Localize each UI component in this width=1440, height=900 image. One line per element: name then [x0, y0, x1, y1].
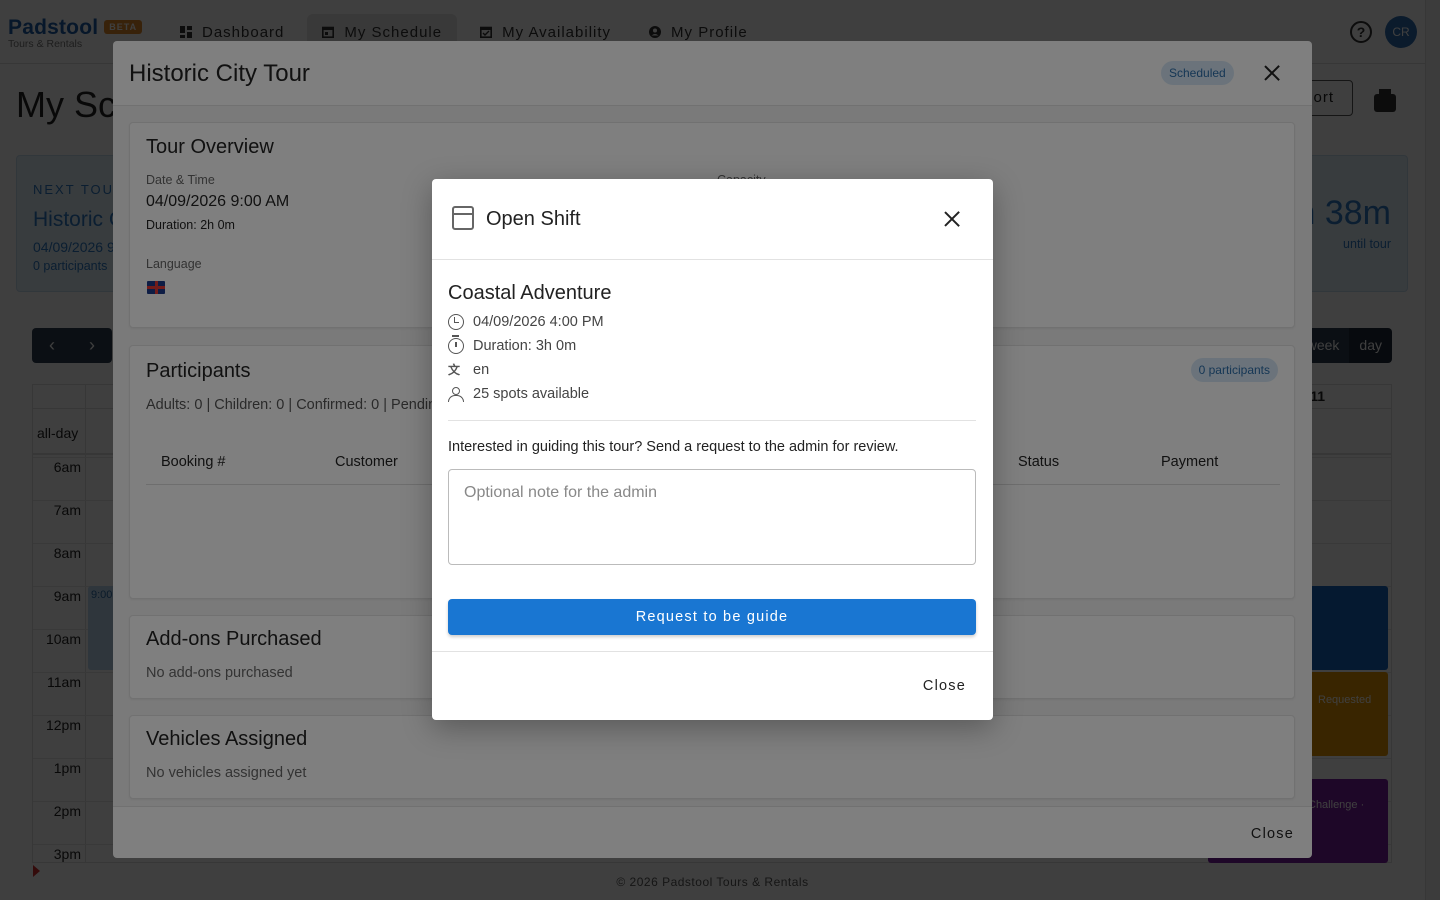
request-to-be-guide-button[interactable]: Request to be guide	[448, 599, 976, 635]
people-icon	[448, 386, 464, 402]
shift-spots-row: 25 spots available	[448, 386, 589, 402]
close-icon[interactable]	[942, 209, 962, 229]
divider	[448, 420, 976, 421]
shift-datetime-row: 04/09/2026 4:00 PM	[448, 314, 604, 330]
shift-duration: Duration: 3h 0m	[473, 338, 577, 354]
calendar-icon	[452, 206, 474, 230]
open-shift-header: Open Shift	[432, 179, 993, 260]
shift-language: en	[473, 362, 490, 378]
timer-icon	[448, 335, 464, 354]
admin-note-field[interactable]	[448, 469, 976, 565]
shift-spots: 25 spots available	[473, 386, 590, 402]
open-shift-close-button[interactable]: Close	[923, 678, 966, 694]
shift-duration-row: Duration: 3h 0m	[448, 335, 577, 354]
shift-request-prompt: Interested in guiding this tour? Send a …	[448, 439, 899, 455]
open-shift-dialog: Open Shift Coastal Adventure 04/09/2026 …	[432, 179, 993, 720]
translate-icon: 文	[448, 363, 461, 377]
open-shift-footer: Close	[432, 651, 993, 720]
shift-language-row: 文 en	[448, 362, 489, 378]
clock-icon	[448, 314, 464, 330]
shift-tour-name: Coastal Adventure	[448, 282, 612, 304]
shift-datetime: 04/09/2026 4:00 PM	[473, 314, 604, 330]
open-shift-title: Open Shift	[486, 208, 581, 230]
